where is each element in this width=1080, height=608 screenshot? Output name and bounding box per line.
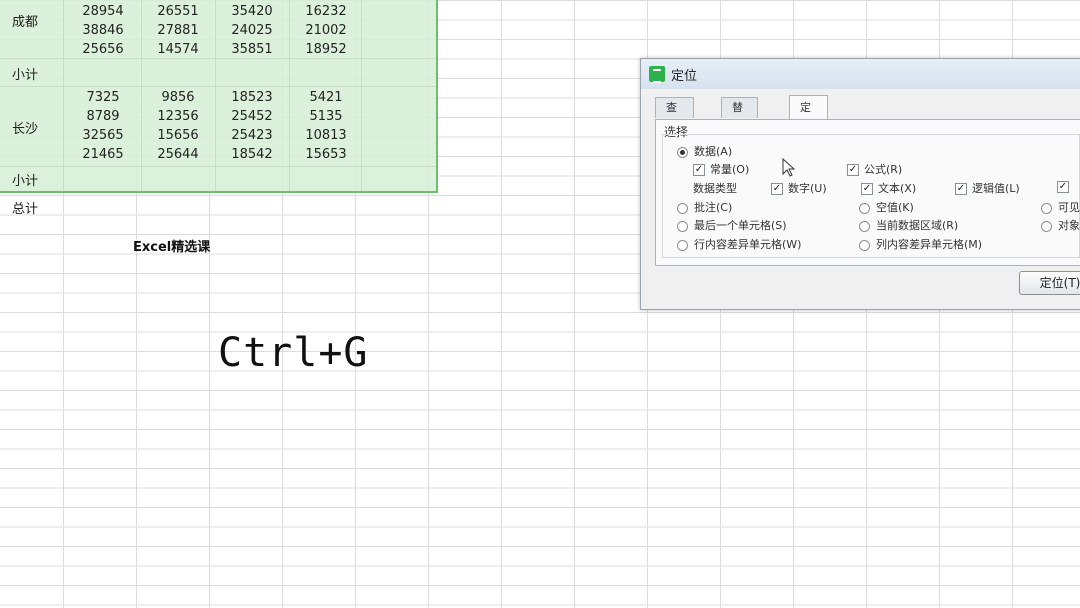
- table-cell[interactable]: 27881: [142, 21, 214, 40]
- table-cell[interactable]: 15653: [290, 145, 362, 164]
- table-cell[interactable]: 14574: [142, 40, 214, 59]
- option-formula[interactable]: ✓ 公式(R): [847, 161, 902, 177]
- table-cell[interactable]: 16232: [290, 2, 362, 21]
- data-type-label: 数据类型: [693, 182, 737, 195]
- option-col-diff[interactable]: 列内容差异单元格(M): [859, 236, 982, 252]
- goto-panel: 选择 数据(A) ✓ 常量(O) ✓ 公式(R) 数据类型 ✓ 数字(U) ✓ 文本(X…: [655, 119, 1080, 266]
- table-cell[interactable]: 21465: [68, 145, 138, 164]
- option-error[interactable]: ✓: [1057, 180, 1074, 193]
- table-cell[interactable]: 9856: [142, 88, 214, 107]
- option-text[interactable]: ✓ 文本(X): [861, 180, 916, 196]
- subtotal-label: 小计: [12, 174, 39, 189]
- goto-button[interactable]: 定位(T): [1019, 271, 1080, 295]
- table-cell[interactable]: 25452: [216, 107, 288, 126]
- checkbox-checked-icon: ✓: [771, 183, 783, 195]
- group-label-changsha: 长沙: [12, 122, 39, 137]
- option-object[interactable]: 对象: [1041, 217, 1080, 233]
- option-blank[interactable]: 空值(K): [859, 199, 914, 215]
- table-cell[interactable]: 26551: [142, 2, 214, 21]
- dialog-title: 定位: [671, 69, 698, 84]
- radio-icon: [677, 220, 688, 232]
- table-cell[interactable]: 12356: [142, 107, 214, 126]
- table-cell[interactable]: 8789: [68, 107, 138, 126]
- radio-icon: [677, 146, 688, 158]
- radio-icon: [677, 202, 688, 214]
- option-row-diff[interactable]: 行内容差异单元格(W): [677, 236, 801, 252]
- table-cell[interactable]: 5135: [290, 107, 362, 126]
- option-data[interactable]: 数据(A): [677, 143, 732, 159]
- tab-replace[interactable]: 替换(P): [721, 97, 759, 154]
- radio-icon: [859, 239, 870, 251]
- table-cell[interactable]: 18523: [216, 88, 288, 107]
- option-constant[interactable]: ✓ 常量(O): [693, 161, 749, 177]
- column-divider: [63, 0, 64, 191]
- checkbox-checked-icon: ✓: [861, 183, 873, 195]
- row-divider: [0, 166, 436, 167]
- checkbox-checked-icon: ✓: [693, 164, 705, 176]
- option-number[interactable]: ✓ 数字(U): [771, 180, 827, 196]
- table-cell[interactable]: 21002: [290, 21, 362, 40]
- goto-dialog: 定位 查找(D) 替换(P) 定位(G) 选择 数据(A) ✓常量(O) ✓公式…: [640, 58, 1080, 310]
- table-cell[interactable]: 32565: [68, 126, 138, 145]
- table-cell[interactable]: 25656: [68, 40, 138, 59]
- option-logical[interactable]: ✓ 逻辑值(L): [955, 180, 1020, 196]
- footer-text: Excel精选课: [133, 240, 211, 255]
- mouse-cursor-icon: [782, 158, 796, 177]
- option-last-cell[interactable]: 最后一个单元格(S): [677, 217, 787, 233]
- subtotal-label: 小计: [12, 68, 39, 83]
- app-icon: [649, 66, 665, 83]
- option-current-region[interactable]: 当前数据区域(R): [859, 217, 958, 233]
- options-group: 数据(A) ✓ 常量(O) ✓ 公式(R) 数据类型 ✓ 数字(U) ✓ 文本(X) ✓…: [662, 134, 1080, 258]
- table-cell[interactable]: 24025: [216, 21, 288, 40]
- table-cell[interactable]: 5421: [290, 88, 362, 107]
- table-cell[interactable]: 18952: [290, 40, 362, 59]
- table-cell[interactable]: 38846: [68, 21, 138, 40]
- table-cell[interactable]: 10813: [290, 126, 362, 145]
- table-cell[interactable]: 35851: [216, 40, 288, 59]
- table-cell[interactable]: 25644: [142, 145, 214, 164]
- radio-icon: [1041, 202, 1052, 214]
- checkbox-checked-icon: ✓: [1057, 181, 1069, 193]
- checkbox-checked-icon: ✓: [955, 183, 967, 195]
- table-cell[interactable]: 25423: [216, 126, 288, 145]
- radio-icon: [1041, 220, 1052, 232]
- table-cell[interactable]: 18542: [216, 145, 288, 164]
- total-label: 总计: [12, 202, 39, 217]
- radio-icon: [859, 202, 870, 214]
- tab-find[interactable]: 查找(D): [655, 97, 695, 154]
- group-label-chengdu: 成都: [12, 15, 39, 30]
- tab-goto[interactable]: 定位(G): [789, 95, 829, 162]
- dialog-titlebar[interactable]: 定位: [641, 59, 1080, 89]
- table-cell[interactable]: 15656: [142, 126, 214, 145]
- table-cell[interactable]: 7325: [68, 88, 138, 107]
- table-cell[interactable]: 28954: [68, 2, 138, 21]
- row-divider: [0, 86, 436, 87]
- radio-icon: [677, 239, 688, 251]
- table-cell[interactable]: 35420: [216, 2, 288, 21]
- checkbox-checked-icon: ✓: [847, 164, 859, 176]
- option-visible[interactable]: 可见: [1041, 199, 1080, 215]
- radio-icon: [859, 220, 870, 232]
- option-comment[interactable]: 批注(C): [677, 199, 732, 215]
- shortcut-overlay: Ctrl+G: [218, 330, 369, 376]
